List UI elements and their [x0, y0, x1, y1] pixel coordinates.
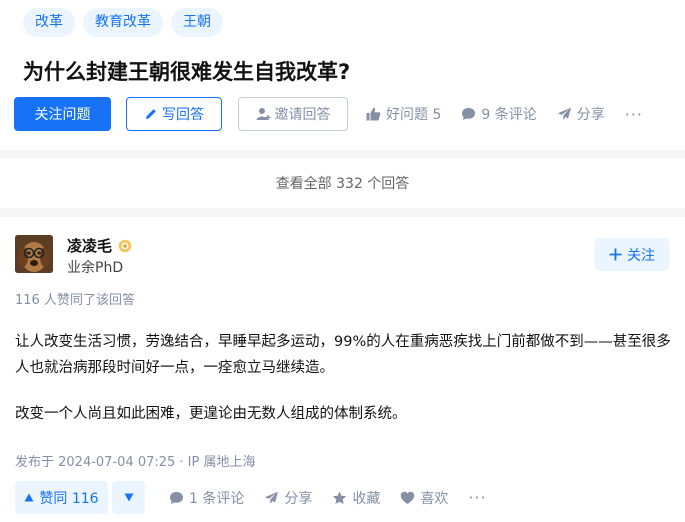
paper-plane-icon: [264, 491, 279, 505]
collect-button[interactable]: 收藏: [332, 488, 380, 508]
paper-plane-icon: [557, 107, 572, 121]
topic-tag[interactable]: 王朝: [171, 8, 223, 37]
triangle-down-icon: [124, 493, 134, 502]
question-card: 改革 教育改革 王朝 为什么封建王朝很难发生自我改革? 关注问题 写回答 邀请回…: [0, 0, 685, 150]
downvote-button[interactable]: [112, 481, 145, 514]
badge-icon: [118, 239, 132, 253]
follow-author-label: 关注: [627, 247, 655, 264]
answer-paragraph: 让人改变生活习惯，劳逸结合，早睡早起多运动，99%的人在重病恶疾找上门前都做不到…: [15, 334, 671, 376]
answer-more-button[interactable]: ···: [468, 488, 486, 507]
collect-label: 收藏: [352, 490, 381, 507]
follow-author-button[interactable]: 关注: [595, 238, 669, 271]
write-answer-label: 写回答: [162, 107, 204, 123]
good-question-button[interactable]: 好问题 5: [366, 104, 441, 124]
answer-paragraph: 改变一个人尚且如此困难，更遑论由无数人组成的体制系统。: [15, 406, 407, 422]
question-share-button[interactable]: 分享: [557, 104, 605, 124]
answer-card: 凌凌毛 业余PhD 关注 116 人赞同了该回答 让人改变生活习惯，劳逸结合，早…: [0, 217, 685, 522]
answer-meta[interactable]: 发布于 2024-07-04 07:25 · IP 属地上海: [15, 451, 255, 470]
upvote-button[interactable]: 赞同 116: [15, 481, 108, 514]
answer-share-label: 分享: [284, 490, 313, 507]
like-button[interactable]: 喜欢: [400, 488, 448, 508]
upvote-label: 赞同 116: [39, 490, 99, 507]
good-question-label: 好问题 5: [386, 107, 442, 123]
star-icon: [332, 491, 347, 505]
triangle-up-icon: [24, 493, 34, 502]
vote-summary: 116 人赞同了该回答: [15, 293, 135, 308]
view-all-answers-link[interactable]: 查看全部 332 个回答: [0, 158, 685, 208]
answer-share-button[interactable]: 分享: [264, 488, 312, 508]
write-answer-button[interactable]: 写回答: [126, 97, 222, 131]
question-comments-label: 9 条评论: [481, 107, 537, 123]
topic-tags: 改革 教育改革 王朝: [23, 8, 223, 37]
answer-actions: 赞同 116 1 条评论 分享 收藏 喜欢 ···: [15, 481, 487, 514]
invite-user-icon: [256, 107, 271, 121]
question-more-button[interactable]: ···: [625, 105, 643, 124]
plus-icon: [609, 248, 622, 261]
question-comments-button[interactable]: 9 条评论: [461, 104, 537, 124]
answer-comments-button[interactable]: 1 条评论: [169, 488, 244, 508]
invite-answer-label: 邀请回答: [274, 107, 331, 123]
view-all-answers-label: 查看全部 332 个回答: [275, 176, 410, 192]
answer-comments-label: 1 条评论: [189, 490, 245, 507]
topic-tag[interactable]: 改革: [23, 8, 75, 37]
comment-icon: [461, 107, 476, 121]
follow-question-button[interactable]: 关注问题: [14, 97, 111, 131]
topic-tag[interactable]: 教育改革: [83, 8, 163, 37]
heart-icon: [400, 491, 415, 505]
author-headline: 业余PhD: [67, 260, 124, 276]
comment-icon: [169, 491, 184, 505]
question-share-label: 分享: [576, 107, 605, 123]
invite-answer-button[interactable]: 邀请回答: [238, 97, 348, 131]
avatar[interactable]: [15, 235, 53, 273]
author-name[interactable]: 凌凌毛: [67, 235, 132, 256]
follow-question-label: 关注问题: [34, 107, 91, 123]
pencil-icon: [144, 107, 158, 121]
like-label: 喜欢: [420, 490, 449, 507]
question-title[interactable]: 为什么封建王朝很难发生自我改革?: [23, 56, 350, 86]
question-actions: 关注问题 写回答 邀请回答 好问题 5 9 条评论 分享 ···: [14, 97, 643, 131]
author-name-text: 凌凌毛: [67, 237, 113, 255]
thumbs-up-icon: [366, 107, 381, 121]
answer-content: 让人改变生活习惯，劳逸结合，早睡早起多运动，99%的人在重病恶疾找上门前都做不到…: [15, 329, 675, 447]
